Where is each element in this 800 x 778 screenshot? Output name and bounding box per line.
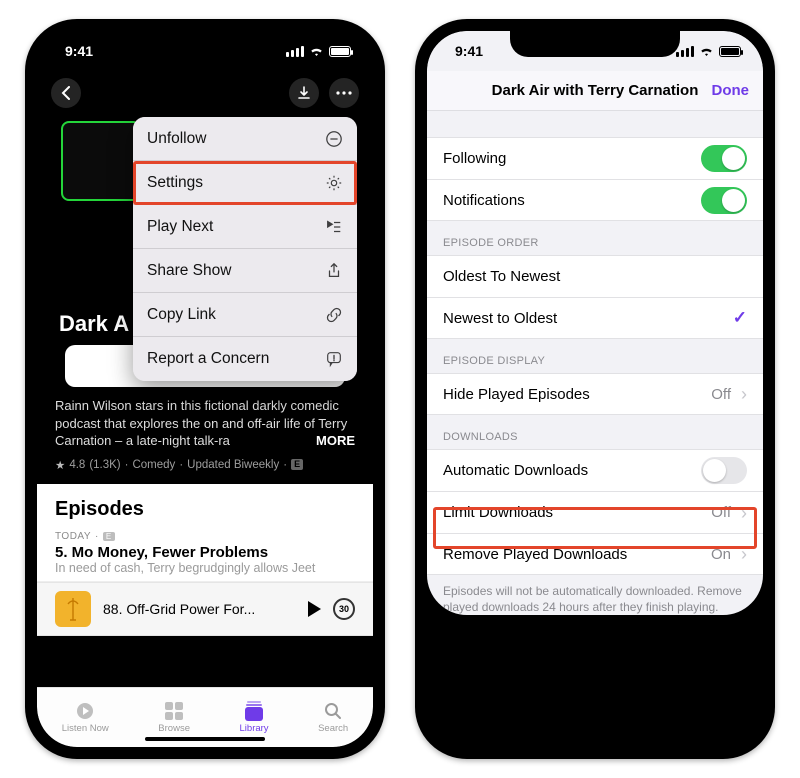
rating-count: (1.3K) bbox=[89, 459, 120, 471]
share-icon bbox=[325, 262, 343, 280]
now-playing-artwork bbox=[55, 591, 91, 627]
show-description: Rainn Wilson stars in this fictional dar… bbox=[37, 397, 373, 454]
nav-row bbox=[37, 71, 373, 115]
link-icon bbox=[325, 306, 343, 324]
row-notifications[interactable]: Notifications bbox=[427, 179, 763, 221]
signal-icon bbox=[676, 46, 694, 57]
menu-copy-link[interactable]: Copy Link bbox=[133, 293, 357, 337]
menu-unfollow[interactable]: Unfollow bbox=[133, 117, 357, 161]
skip-30-icon[interactable]: 30 bbox=[333, 598, 355, 620]
tab-search[interactable]: Search bbox=[318, 701, 348, 734]
episode-row[interactable]: TODAY · E 5. Mo Money, Fewer Problems In… bbox=[37, 529, 373, 582]
listen-now-icon bbox=[74, 701, 96, 721]
home-indicator bbox=[535, 737, 655, 741]
episode-subtitle: In need of cash, Terry begrudgingly allo… bbox=[55, 561, 355, 575]
phone-left: 9:41 Dark A bbox=[25, 19, 385, 759]
toggle-auto-downloads[interactable] bbox=[701, 457, 747, 484]
row-remove-played[interactable]: Remove Played Downloads On › bbox=[427, 533, 763, 575]
tab-library[interactable]: Library bbox=[240, 701, 269, 734]
section-episode-display: EPISODE DISPLAY bbox=[427, 339, 763, 373]
settings-navbar: Dark Air with Terry Carnation Done bbox=[427, 71, 763, 111]
screen-right: 9:41 Dark Air with Terry Carnation Done … bbox=[427, 31, 763, 615]
section-episode-order: EPISODE ORDER bbox=[427, 221, 763, 255]
description-text: Rainn Wilson stars in this fictional dar… bbox=[55, 398, 347, 448]
row-newest-first[interactable]: Newest to Oldest ✓ bbox=[427, 297, 763, 339]
status-icons bbox=[676, 46, 741, 57]
ellipsis-icon bbox=[336, 91, 352, 95]
done-button[interactable]: Done bbox=[712, 82, 750, 99]
status-icons bbox=[286, 46, 351, 57]
section-downloads: DOWNLOADS bbox=[427, 415, 763, 449]
notch bbox=[120, 31, 290, 57]
page-title: Dark Air with Terry Carnation bbox=[492, 82, 699, 99]
row-automatic-downloads[interactable]: Automatic Downloads bbox=[427, 449, 763, 491]
row-following[interactable]: Following bbox=[427, 137, 763, 179]
toggle-notifications[interactable] bbox=[701, 187, 747, 214]
show-meta: ★ 4.8 (1.3K) · Comedy · Updated Biweekly… bbox=[37, 454, 373, 484]
episodes-header: Episodes bbox=[37, 484, 373, 529]
toggle-following[interactable] bbox=[701, 145, 747, 172]
status-time: 9:41 bbox=[65, 43, 93, 59]
browse-icon bbox=[163, 701, 185, 721]
hide-played-value: Off bbox=[711, 386, 731, 403]
wifi-icon bbox=[699, 46, 714, 57]
back-button[interactable] bbox=[51, 78, 81, 108]
star-icon: ★ bbox=[55, 458, 65, 472]
wifi-icon bbox=[309, 46, 324, 57]
play-icon-small[interactable] bbox=[308, 601, 321, 617]
episode-date: TODAY · E bbox=[55, 531, 355, 542]
search-icon bbox=[322, 701, 344, 721]
explicit-badge-small: E bbox=[103, 532, 115, 541]
update-cadence: Updated Biweekly bbox=[187, 459, 279, 471]
genre: Comedy bbox=[132, 459, 175, 471]
more-button[interactable] bbox=[329, 78, 359, 108]
battery-icon bbox=[329, 46, 351, 57]
menu-play-next[interactable]: Play Next bbox=[133, 205, 357, 249]
download-icon bbox=[297, 86, 311, 100]
report-icon bbox=[325, 350, 343, 368]
explicit-badge: E bbox=[291, 459, 303, 470]
home-indicator bbox=[145, 737, 265, 741]
remove-value: On bbox=[711, 546, 731, 563]
more-button-text[interactable]: MORE bbox=[316, 432, 355, 450]
phone-right: 9:41 Dark Air with Terry Carnation Done … bbox=[415, 19, 775, 759]
play-next-icon bbox=[325, 218, 343, 236]
gear-icon bbox=[325, 174, 343, 192]
status-time: 9:41 bbox=[455, 43, 483, 59]
row-limit-downloads[interactable]: Limit Downloads Off › bbox=[427, 491, 763, 533]
row-oldest-first[interactable]: Oldest To Newest bbox=[427, 255, 763, 297]
row-hide-played[interactable]: Hide Played Episodes Off › bbox=[427, 373, 763, 415]
checkmark-icon: ✓ bbox=[733, 308, 747, 328]
episode-title: 5. Mo Money, Fewer Problems bbox=[55, 544, 355, 561]
downloads-footer: Episodes will not be automatically downl… bbox=[427, 575, 763, 615]
now-playing-bar[interactable]: 88. Off-Grid Power For... 30 bbox=[37, 582, 373, 636]
episodes-section: Episodes TODAY · E 5. Mo Money, Fewer Pr… bbox=[37, 484, 373, 636]
chevron-left-icon bbox=[61, 86, 71, 100]
menu-report[interactable]: Report a Concern bbox=[133, 337, 357, 381]
menu-share-show[interactable]: Share Show bbox=[133, 249, 357, 293]
notch bbox=[510, 31, 680, 57]
unfollow-icon bbox=[325, 130, 343, 148]
menu-settings[interactable]: Settings bbox=[133, 161, 357, 205]
download-button[interactable] bbox=[289, 78, 319, 108]
battery-icon bbox=[719, 46, 741, 57]
show-artwork[interactable] bbox=[61, 121, 141, 201]
limit-value: Off bbox=[711, 504, 731, 521]
library-icon bbox=[243, 701, 265, 721]
signal-icon bbox=[286, 46, 304, 57]
tab-browse[interactable]: Browse bbox=[158, 701, 190, 734]
screen-left: 9:41 Dark A bbox=[37, 31, 373, 747]
context-menu: Unfollow Settings Play Next Share Show C… bbox=[133, 117, 357, 381]
rating-value: 4.8 bbox=[69, 459, 85, 471]
now-playing-title: 88. Off-Grid Power For... bbox=[103, 601, 296, 617]
tower-icon bbox=[64, 596, 82, 622]
tab-listen-now[interactable]: Listen Now bbox=[62, 701, 109, 734]
